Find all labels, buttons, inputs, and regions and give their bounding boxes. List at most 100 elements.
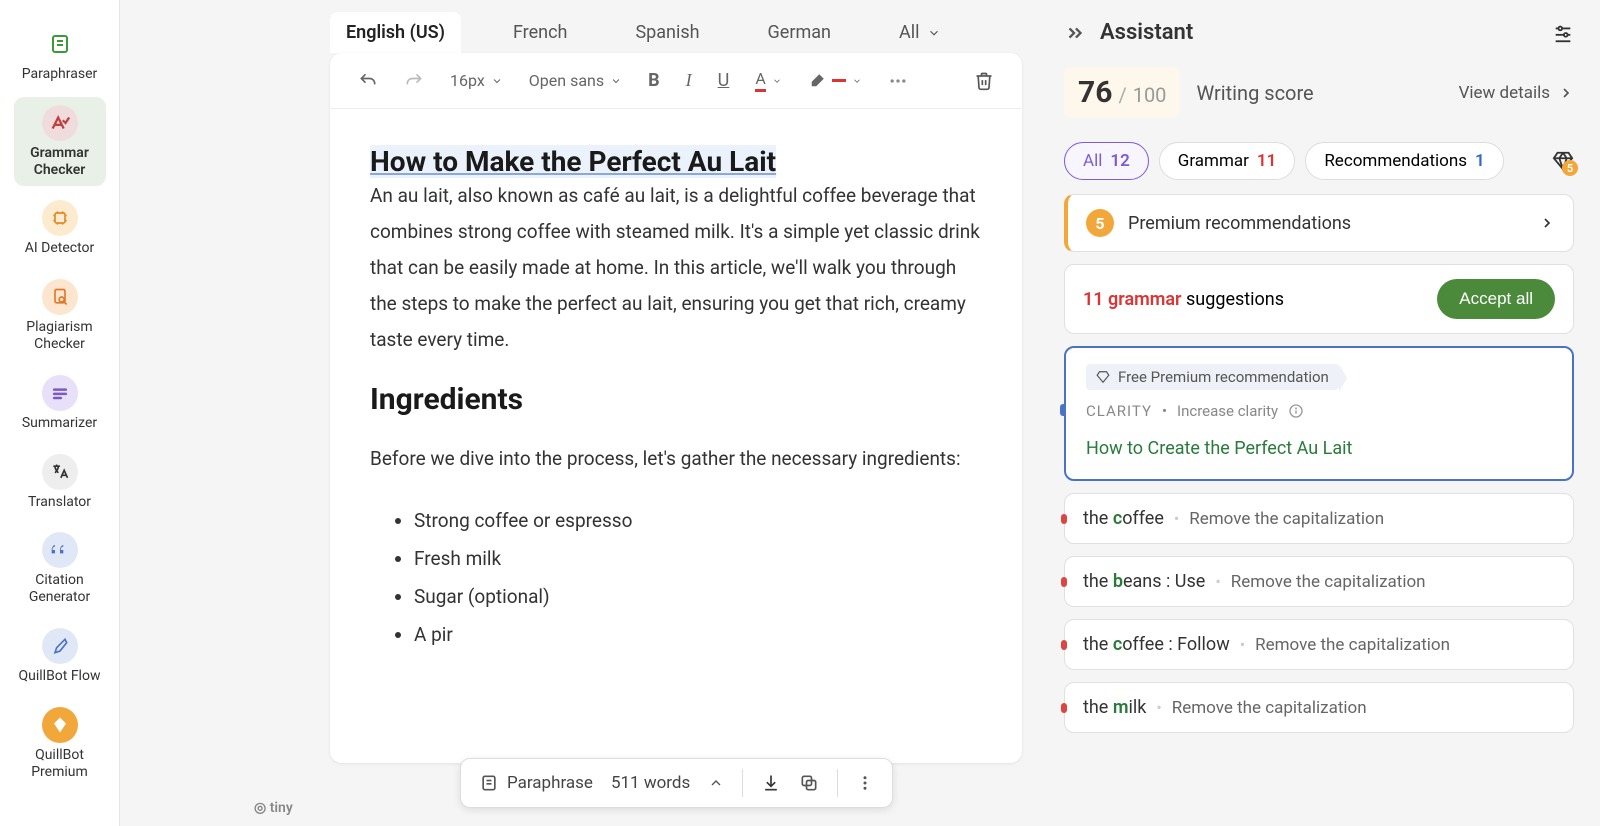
list-item: Fresh milk [414,540,982,578]
section-intro: Before we dive into the process, let's g… [370,441,982,477]
document-intro: An au lait, also known as café au lait, … [370,178,982,358]
more-options-button[interactable] [884,67,912,95]
sidebar-item-citation-generator[interactable]: Citation Generator [14,524,106,614]
sidebar-item-label: Grammar Checker [18,145,102,179]
recommendation-tag: Free Premium recommendation [1086,364,1339,390]
bottom-action-bar: Paraphrase 511 words [460,758,893,808]
sidebar: Paraphraser Grammar Checker AI Detector … [0,0,120,826]
sliders-icon [1552,22,1574,44]
sidebar-item-grammar-checker[interactable]: Grammar Checker [14,97,106,187]
tab-french[interactable]: French [497,12,583,53]
tab-all-label: All [899,22,920,43]
settings-button[interactable] [1552,22,1574,44]
word-count: 511 words [611,773,690,793]
translator-icon [42,454,78,490]
chevron-down-icon [491,75,503,87]
view-details-button[interactable]: View details [1459,83,1574,103]
sidebar-item-label: QuillBot Flow [19,668,101,685]
sidebar-item-paraphraser[interactable]: Paraphraser [14,18,106,91]
copy-button[interactable] [799,773,819,793]
chevron-right-icon [1539,215,1555,231]
sidebar-item-quillbot-flow[interactable]: QuillBot Flow [14,620,106,693]
info-icon[interactable] [1288,403,1304,419]
assistant-panel: Assistant 76 / 100 Writing score View de… [1050,0,1600,826]
redo-button[interactable] [400,67,428,95]
assistant-title: Assistant [1100,20,1538,45]
sidebar-item-label: Citation Generator [18,572,102,606]
summarizer-icon [42,375,78,411]
sidebar-item-ai-detector[interactable]: AI Detector [14,192,106,265]
undo-button[interactable] [354,67,382,95]
flow-icon [42,628,78,664]
sidebar-item-quillbot-premium[interactable]: QuillBot Premium [14,699,106,789]
more-button[interactable] [856,774,874,792]
sidebar-item-summarizer[interactable]: Summarizer [14,367,106,440]
chevron-down-icon [852,76,862,86]
premium-count-badge: 5 [1086,209,1114,237]
filter-grammar[interactable]: Grammar 11 [1159,142,1296,180]
collapse-assistant-button[interactable] [1064,22,1086,44]
list-item: Sugar (optional) [414,578,982,616]
font-family-select[interactable]: Open sans [525,67,626,94]
chevrons-right-icon [1064,22,1086,44]
suggestions-text: 11 grammar suggestions [1083,289,1284,310]
text-color-button[interactable]: A [751,65,785,96]
ingredient-list: Strong coffee or espresso Fresh milk Sug… [370,502,982,654]
list-item: A pir [414,616,982,654]
chevron-right-icon [1558,85,1574,101]
chevron-down-icon [610,75,622,87]
delete-button[interactable] [970,67,998,95]
diamond-icon [1096,370,1110,384]
download-icon [761,773,781,793]
ai-detector-icon [42,200,78,236]
score-label: Writing score [1196,81,1442,105]
document-title: How to Make the Perfect Au Lait [370,145,776,178]
assistant-header: Assistant [1064,20,1574,45]
issue-card[interactable]: the milk • Remove the capitalization [1064,682,1574,733]
issue-card[interactable]: the coffee • Remove the capitalization [1064,493,1574,544]
premium-diamond-badge[interactable]: 5 [1552,150,1574,172]
sidebar-item-label: AI Detector [25,240,95,257]
premium-recommendations-card[interactable]: 5 Premium recommendations [1064,194,1574,252]
recommendation-meta: CLARITY • Increase clarity [1086,402,1552,420]
font-size-select[interactable]: 16px [446,67,507,94]
score-value: 76 [1078,75,1112,110]
citation-icon [42,532,78,568]
tab-spanish[interactable]: Spanish [619,12,715,53]
editor-toolbar: 16px Open sans B I U A [330,53,1022,109]
sidebar-item-plagiarism-checker[interactable]: Plagiarism Checker [14,271,106,361]
grammar-checker-icon [42,105,78,141]
sidebar-item-label: Plagiarism Checker [18,319,102,353]
premium-icon [42,707,78,743]
download-button[interactable] [761,773,781,793]
issue-card[interactable]: the coffee : Follow • Remove the capital… [1064,619,1574,670]
editor-content[interactable]: How to Make the Perfect Au Lait An au la… [330,109,1022,763]
italic-button[interactable]: I [682,66,696,95]
tiny-logo: ◎ tiny [254,800,293,816]
paraphrase-icon [479,773,499,793]
paraphraser-icon [42,26,78,62]
recommendation-card[interactable]: Free Premium recommendation CLARITY • In… [1064,346,1574,481]
tab-all[interactable]: All [883,12,958,53]
sidebar-item-translator[interactable]: Translator [14,446,106,519]
main-area: English (US) French Spanish German All 1… [120,0,1050,826]
underline-button[interactable]: U [714,66,734,95]
plagiarism-icon [42,279,78,315]
score-row: 76 / 100 Writing score View details [1064,67,1574,118]
highlight-button[interactable] [804,68,866,94]
filter-all[interactable]: All 12 [1064,142,1149,180]
filter-recommendations[interactable]: Recommendations 1 [1305,142,1503,180]
collapse-button[interactable] [708,775,724,791]
chevron-down-icon [927,26,941,40]
copy-icon [799,773,819,793]
issue-card[interactable]: the beans : Use • Remove the capitalizat… [1064,556,1574,607]
sidebar-item-label: Paraphraser [22,66,98,83]
tab-german[interactable]: German [752,12,847,53]
accept-all-button[interactable]: Accept all [1437,279,1555,319]
bold-button[interactable]: B [644,66,664,95]
paraphrase-button[interactable]: Paraphrase [479,773,593,793]
language-tabs: English (US) French Spanish German All [120,0,1050,53]
editor: 16px Open sans B I U A How to Make the P… [330,53,1022,763]
chevron-up-icon [708,775,724,791]
tab-english-us[interactable]: English (US) [330,12,461,53]
